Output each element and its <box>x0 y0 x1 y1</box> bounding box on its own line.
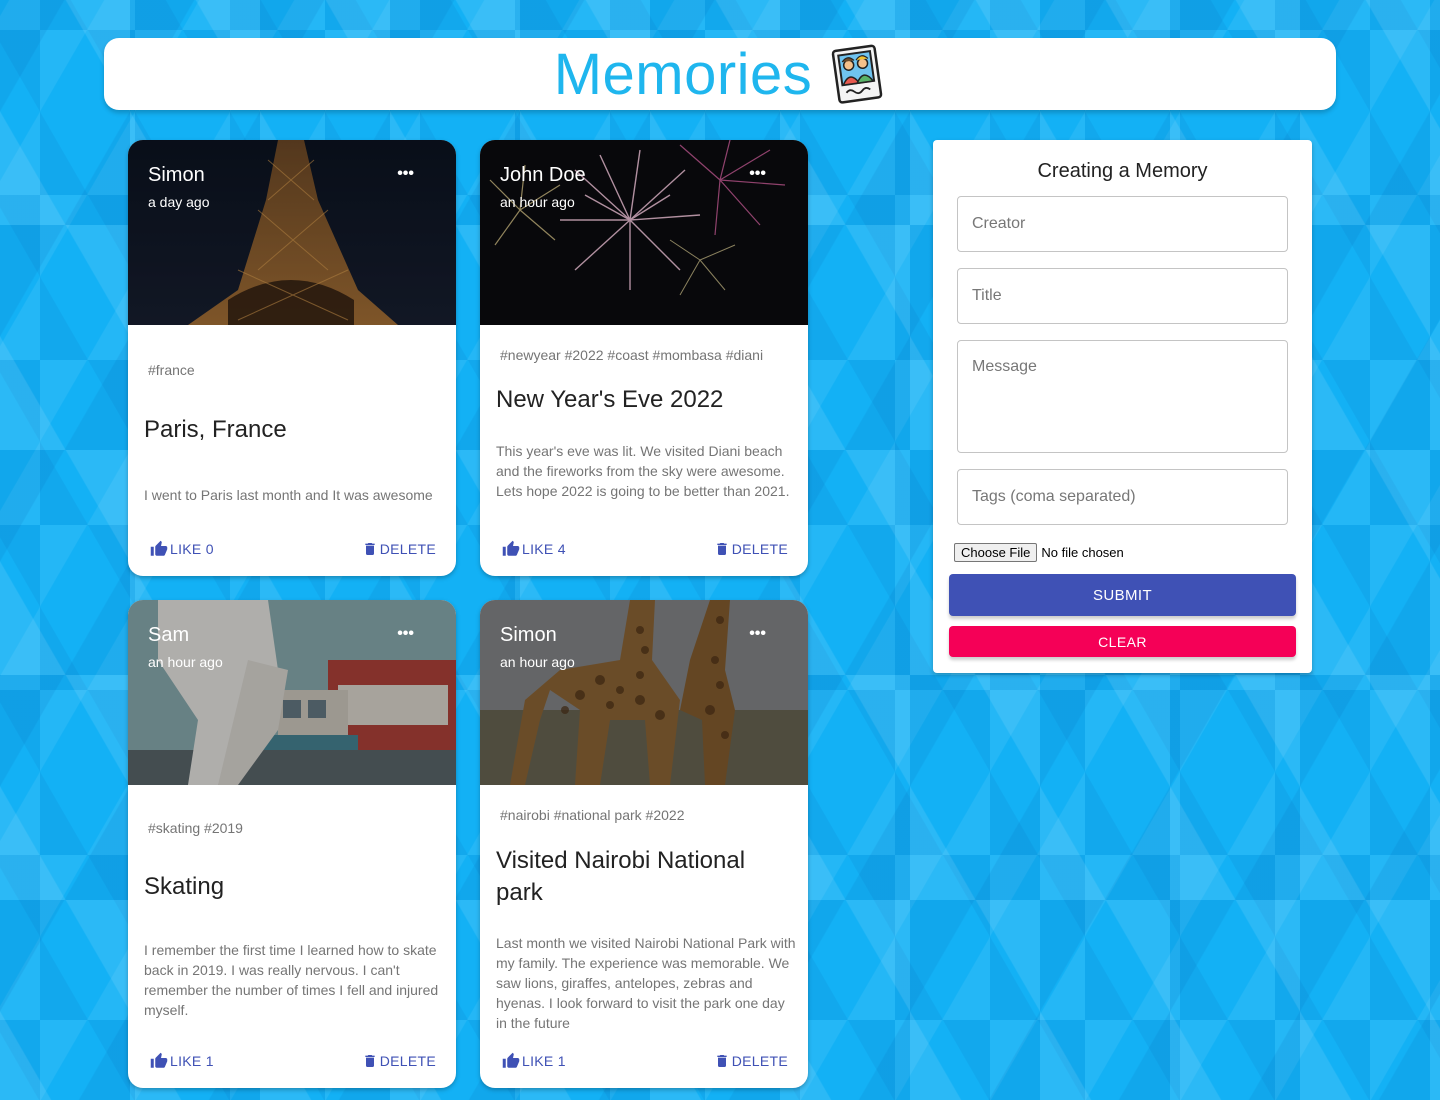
thumb-up-icon <box>502 540 520 556</box>
thumb-up-icon <box>150 540 168 556</box>
post-tags: #newyear #2022 #coast #mombasa #diani <box>500 347 764 363</box>
thumb-up-icon <box>150 1052 168 1068</box>
post-title: Skating <box>144 873 225 900</box>
post-message: Last month we visited Nairobi National P… <box>496 935 796 1031</box>
delete-button[interactable]: DELETE <box>362 540 436 558</box>
card-actions: LIKE 0 DELETE <box>128 526 456 576</box>
card-actions: LIKE 1 DELETE <box>480 1038 808 1088</box>
like-button[interactable]: LIKE 4 <box>502 540 566 558</box>
post-tags: #nairobi #national park #2022 <box>500 807 685 823</box>
delete-label: DELETE <box>731 1053 788 1069</box>
delete-icon <box>365 1055 375 1067</box>
memories-logo-icon <box>832 44 883 104</box>
app-bar: Memories <box>104 38 1336 110</box>
post-time: a day ago <box>148 194 210 210</box>
post-creator: Sam <box>148 624 190 646</box>
like-button[interactable]: LIKE 1 <box>150 1052 214 1070</box>
memory-card: Simon an hour ago ••• #nairobi #national… <box>480 600 808 1088</box>
more-horiz-icon[interactable]: ••• <box>397 166 414 182</box>
form-heading: Creating a Memory <box>1037 160 1208 182</box>
memory-card: John Doe an hour ago ••• #newyear #2022 … <box>480 140 808 576</box>
post-time: an hour ago <box>500 194 575 210</box>
post-time: an hour ago <box>148 654 223 670</box>
delete-icon <box>365 543 375 555</box>
delete-icon <box>717 543 727 555</box>
card-actions: LIKE 4 DELETE <box>480 526 808 576</box>
post-tags: #skating #2019 <box>148 820 243 836</box>
delete-label: DELETE <box>731 541 788 557</box>
like-label: LIKE 1 <box>522 1053 566 1069</box>
delete-button[interactable]: DELETE <box>362 1052 436 1070</box>
card-actions: LIKE 1 DELETE <box>128 1038 456 1088</box>
memory-image: John Doe an hour ago ••• <box>480 140 808 325</box>
app-title: Memories <box>553 41 813 107</box>
post-title: Paris, France <box>144 416 287 443</box>
post-title: New Year's Eve 2022 <box>496 386 724 413</box>
post-time: an hour ago <box>500 654 575 670</box>
more-horiz-icon[interactable]: ••• <box>749 626 766 642</box>
title-field[interactable] <box>957 268 1288 324</box>
more-horiz-icon[interactable]: ••• <box>749 166 766 182</box>
post-tags: #france <box>148 362 195 378</box>
like-label: LIKE 4 <box>522 541 566 557</box>
post-message: This year's eve was lit. We visited Dian… <box>496 443 790 499</box>
file-status: No file chosen <box>1041 545 1124 560</box>
memory-image: Simon a day ago ••• <box>128 140 456 325</box>
delete-label: DELETE <box>379 541 436 557</box>
post-message: I went to Paris last month and It was aw… <box>144 487 433 503</box>
memory-form: Creating a Memory Choose File No file ch… <box>933 140 1312 673</box>
post-creator: Simon <box>148 164 205 186</box>
memory-card: Simon a day ago ••• #france Paris, Franc… <box>128 140 456 576</box>
like-label: LIKE 0 <box>170 541 214 557</box>
post-message: I remember the first time I learned how … <box>144 942 439 1018</box>
memory-image: Simon an hour ago ••• <box>480 600 808 785</box>
thumb-up-icon <box>502 1052 520 1068</box>
post-creator: Simon <box>500 624 557 646</box>
memory-image: Sam an hour ago ••• <box>128 600 456 785</box>
like-button[interactable]: LIKE 0 <box>150 540 214 558</box>
submit-button[interactable]: SUBMIT <box>949 574 1296 616</box>
tags-field[interactable] <box>957 469 1288 525</box>
clear-button[interactable]: CLEAR <box>949 626 1296 657</box>
message-field[interactable] <box>957 340 1288 453</box>
delete-button[interactable]: DELETE <box>714 540 788 558</box>
post-title: Visited Nairobi National park <box>496 847 746 906</box>
memory-card: Sam an hour ago ••• #skating #2019 Skati… <box>128 600 456 1088</box>
post-creator: John Doe <box>500 164 586 186</box>
like-label: LIKE 1 <box>170 1053 214 1069</box>
delete-label: DELETE <box>379 1053 436 1069</box>
delete-icon <box>717 1055 727 1067</box>
choose-file-button[interactable]: Choose File <box>954 543 1038 562</box>
like-button[interactable]: LIKE 1 <box>502 1052 566 1070</box>
file-input: Choose File No file chosen <box>954 543 1124 562</box>
more-horiz-icon[interactable]: ••• <box>397 626 414 642</box>
creator-field[interactable] <box>957 196 1288 252</box>
delete-button[interactable]: DELETE <box>714 1052 788 1070</box>
